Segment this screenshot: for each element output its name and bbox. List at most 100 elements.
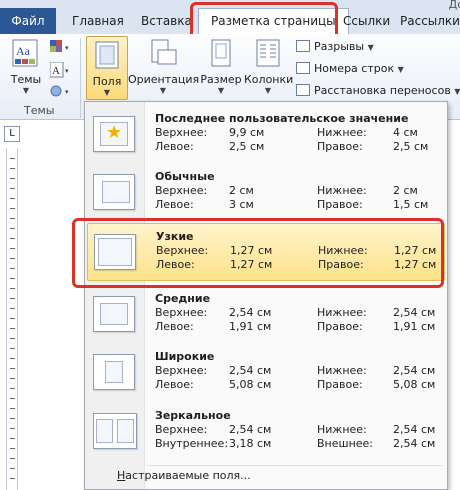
- ruler-tick: [10, 348, 15, 349]
- tab-references[interactable]: Ссылки: [343, 8, 390, 34]
- size-button[interactable]: Размер ▼: [200, 38, 242, 95]
- ruler-tick: [10, 158, 15, 159]
- tab-cut-off: До: [448, 0, 460, 11]
- hyphenation-button[interactable]: Расстановка переносов ▼: [296, 84, 460, 97]
- left-value: 5,08 см: [229, 378, 272, 391]
- menu-divider: [147, 465, 443, 466]
- orientation-icon: [151, 39, 177, 65]
- ruler-tick: [10, 418, 15, 419]
- right-label: Правое:: [317, 320, 363, 333]
- margin-preset-mirrored[interactable]: Зеркальное Верхнее: 2,54 см Нижнее: 2,54…: [87, 403, 445, 461]
- margins-dropdown: ★ Последнее пользовательское значение Ве…: [84, 101, 448, 490]
- group-separator: [80, 38, 81, 118]
- preset-name: Широкие: [155, 350, 215, 363]
- right-label: Правое:: [317, 198, 363, 211]
- left-label: Левое:: [155, 140, 194, 153]
- columns-button[interactable]: Колонки ▼: [244, 38, 293, 95]
- top-value: 2,54 см: [229, 306, 272, 319]
- right-value: 2,5 см: [393, 140, 429, 153]
- theme-fonts-icon[interactable]: A ▾: [50, 62, 72, 78]
- ruler-tick: [10, 458, 15, 459]
- ruler-tick: [10, 338, 15, 339]
- ruler-tick: [10, 388, 15, 389]
- margin-preview-icon: [93, 354, 135, 390]
- themes-icon: Aa: [12, 39, 38, 67]
- margin-preset-moderate[interactable]: Средние Верхнее: 2,54 см Нижнее: 2,54 см…: [87, 286, 445, 344]
- ruler-tick: [10, 208, 15, 209]
- svg-text:A: A: [52, 65, 60, 77]
- tab-selector-button[interactable]: L: [4, 126, 20, 142]
- margin-preset-last-custom[interactable]: ★ Последнее пользовательское значение Ве…: [87, 106, 445, 164]
- svg-text:▾: ▾: [65, 67, 69, 75]
- bottom-label: Нижнее:: [317, 423, 367, 436]
- top-value: 2 см: [229, 184, 254, 197]
- ruler-tick: [10, 328, 15, 329]
- themes-group-label: Темы: [24, 104, 55, 117]
- custom-margins-menu-item[interactable]: Настраиваемые поля...: [117, 469, 251, 482]
- orientation-label: Ориентация: [128, 73, 200, 86]
- theme-colors-icon[interactable]: ▾: [50, 40, 72, 54]
- chevron-down-icon: ▼: [397, 65, 404, 74]
- breaks-button[interactable]: Разрывы ▼: [296, 40, 374, 53]
- left-value: 1,27 см: [230, 258, 273, 271]
- ruler-tick: [10, 468, 15, 469]
- inner-value: 3,18 см: [229, 437, 272, 450]
- ribbon-tab-bar: Файл Главная Вставка Разметка страницы С…: [0, 0, 460, 34]
- top-label: Верхнее:: [156, 244, 209, 257]
- outer-label: Внешнее:: [317, 437, 374, 450]
- bottom-label: Нижнее:: [317, 364, 367, 377]
- margin-preset-narrow[interactable]: Узкие Верхнее: 1,27 см Нижнее: 1,27 см Л…: [87, 223, 445, 281]
- right-value: 5,08 см: [393, 378, 436, 391]
- top-value: 2,54 см: [229, 423, 272, 436]
- ruler-tick: [10, 188, 15, 189]
- theme-effects-icon[interactable]: ▾: [50, 84, 72, 98]
- ruler-tick: [10, 478, 15, 479]
- ruler-tick: [10, 288, 15, 289]
- bottom-value: 2,54 см: [393, 306, 436, 319]
- svg-text:▾: ▾: [65, 88, 69, 96]
- ruler-tick: [10, 408, 15, 409]
- margin-preview-icon: [93, 296, 135, 332]
- line-numbers-button[interactable]: Номера строк ▼: [296, 62, 404, 75]
- orientation-button[interactable]: Ориентация ▼: [128, 38, 200, 95]
- ruler-tick: [10, 298, 15, 299]
- bottom-value: 2,54 см: [393, 423, 436, 436]
- left-value: 3 см: [229, 198, 254, 211]
- ruler-tick: [10, 238, 15, 239]
- top-label: Верхнее:: [155, 364, 208, 377]
- top-label: Верхнее:: [155, 306, 208, 319]
- margins-button[interactable]: Поля ▼: [86, 36, 128, 100]
- margin-preview-icon: ★: [93, 116, 135, 152]
- ruler-tick: [10, 278, 15, 279]
- tab-insert[interactable]: Вставка: [141, 8, 192, 34]
- top-value: 2,54 см: [229, 364, 272, 377]
- vertical-ruler[interactable]: [6, 148, 18, 490]
- bottom-label: Нижнее:: [318, 244, 368, 257]
- tab-file[interactable]: Файл: [0, 8, 56, 34]
- preset-name: Последнее пользовательское значение: [155, 112, 409, 125]
- custom-margins-label: астраиваемые поля...: [125, 469, 251, 482]
- tab-page-layout[interactable]: Разметка страницы: [198, 8, 349, 34]
- margins-label: Поля: [92, 75, 122, 88]
- left-label: Левое:: [155, 320, 194, 333]
- margins-icon: [95, 41, 119, 69]
- margin-preset-wide[interactable]: Широкие Верхнее: 2,54 см Нижнее: 2,54 см…: [87, 344, 445, 402]
- right-value: 1,91 см: [393, 320, 436, 333]
- themes-button[interactable]: Aa Темы ▼: [6, 38, 46, 95]
- tab-home[interactable]: Главная: [72, 8, 124, 34]
- chevron-down-icon: ▼: [367, 43, 374, 52]
- chevron-down-icon: ▼: [103, 88, 111, 97]
- svg-text:Aa: Aa: [16, 44, 31, 58]
- ruler-tick: [10, 318, 15, 319]
- top-label: Верхнее:: [155, 423, 208, 436]
- margin-preset-normal[interactable]: Обычные Верхнее: 2 см Нижнее: 2 см Левое…: [87, 164, 445, 222]
- tab-mailings[interactable]: Рассылки: [400, 8, 460, 34]
- star-icon: ★: [106, 122, 123, 143]
- line-numbers-icon: [296, 62, 310, 74]
- left-value: 2,5 см: [229, 140, 265, 153]
- bottom-label: Нижнее:: [317, 126, 367, 139]
- right-label: Правое:: [317, 378, 363, 391]
- inner-label: Внутреннее:: [155, 437, 229, 450]
- line-numbers-label: Номера строк: [314, 62, 395, 75]
- ruler-tick: [10, 438, 15, 439]
